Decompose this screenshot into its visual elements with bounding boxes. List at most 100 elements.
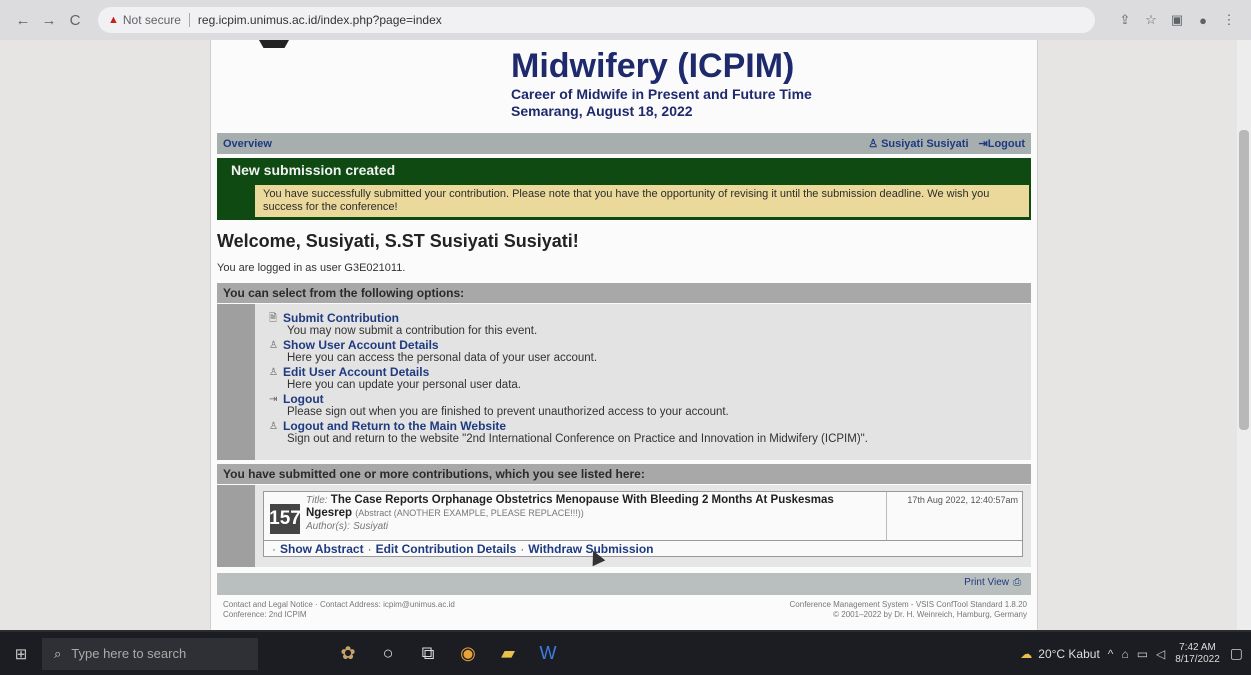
submit-contribution-link[interactable]: 🗎 Submit Contribution [269,312,537,325]
logout-return-link[interactable]: ♙ Logout and Return to the Main Website [269,420,868,433]
footer-system-line: Conference Management System - VSIS Conf… [789,600,1027,609]
share-icon[interactable]: ⇪ [1115,10,1135,30]
event-title: Midwifery (ICPIM) [511,47,795,85]
reload-icon[interactable]: C [64,9,86,31]
options-gutter [217,304,255,460]
notification-icon[interactable]: ▢ [1230,645,1243,662]
notice-title: New submission created [231,162,396,178]
print-view-label: Print View [964,577,1009,588]
bullet: · [367,541,372,556]
option-logout-return: ♙ Logout and Return to the Main Website S… [269,420,868,446]
battery-icon[interactable]: ▭ [1137,647,1148,661]
search-icon: ⌕ [54,645,62,661]
back-icon[interactable]: ← [12,9,34,31]
option-show-account: ♙ Show User Account Details Here you can … [269,339,597,365]
clock-time: 7:42 AM [1179,641,1216,653]
option-logout: ⇥ Logout Please sign out when you are fin… [269,393,729,419]
cortana-icon[interactable]: ○ [368,632,408,675]
scrollbar-thumb[interactable] [1239,130,1249,430]
printer-icon: ⎙ [1013,577,1021,588]
taskbar-search[interactable]: ⌕ Type here to search [42,637,258,670]
footer-copyright-line: © 2001–2022 by Dr. H. Weinreich, Hamburg… [833,610,1027,619]
document-icon: 🗎 [269,313,278,324]
forward-icon[interactable]: → [38,9,60,31]
clock-date: 8/17/2022 [1175,653,1220,665]
network-icon[interactable]: ⌂ [1121,647,1128,661]
browser-toolbar: ← → C ▲ Not secure reg.icpim.unimus.ac.i… [0,0,1251,40]
submission-actions: · Show Abstract · Edit Contribution Deta… [263,541,1023,557]
star-icon[interactable]: ☆ [1141,10,1161,30]
show-account-link[interactable]: ♙ Show User Account Details [269,339,597,352]
submission-id: 157 [269,504,301,534]
word-icon[interactable]: W [528,632,568,675]
overview-link[interactable]: Overview [223,138,272,150]
file-explorer-icon[interactable]: ▰ [488,632,528,675]
print-view-link[interactable]: Print View ⎙ [964,577,1021,588]
author-name: Susiyati [353,521,389,532]
windows-taskbar: ⊞ ⌕ Type here to search ✿ ○ ⧉ ◉ ▰ W ☁ 20… [0,632,1251,675]
footer-contact: Contact and Legal Notice · Contact Addre… [223,600,455,620]
submissions-gutter [217,485,255,567]
user-view-icon: ♙ [269,340,278,351]
notice-message: You have successfully submitted your con… [255,185,1029,217]
chevron-up-icon[interactable]: ^ [1108,647,1114,661]
windows-start-icon[interactable]: ⊞ [0,632,42,675]
weather-text[interactable]: 20°C Kabut [1038,647,1100,661]
user-name: Susiyati Susiyati [881,137,969,150]
user-icon: ♙ [868,138,879,150]
overview-bar: Overview ♙ Susiyati Susiyati ⇥ Logout [217,133,1031,154]
search-placeholder: Type here to search [71,646,187,661]
option-desc: Here you can access the personal data of… [287,352,598,364]
footer-conference-line: Conference: 2nd ICPIM [223,610,307,619]
widget-icon[interactable]: ✿ [328,632,368,675]
abstract-note: (Abstract (ANOTHER EXAMPLE, PLEASE REPLA… [355,508,584,518]
profile-icon[interactable]: ● [1193,10,1213,30]
page-header: Midwifery (ICPIM) Career of Midwife in P… [511,46,931,120]
footer-contact-line: Contact and Legal Notice · Contact Addre… [223,600,455,609]
submission-card: 157 Title: The Case Reports Orphanage Ob… [263,491,1023,541]
edit-account-link[interactable]: ♙ Edit User Account Details [269,366,521,379]
page-viewport: Midwifery (ICPIM) Career of Midwife in P… [0,40,1251,630]
footer-credits: Conference Management System - VSIS Conf… [790,600,1027,620]
logout-option-link[interactable]: ⇥ Logout [269,393,729,406]
menu-icon[interactable]: ⋮ [1219,10,1239,30]
event-date: Semarang, August 18, 2022 [511,103,693,119]
logged-in-text: You are logged in as user G3E021011. [217,262,406,274]
chrome-icon[interactable]: ◉ [448,632,488,675]
option-edit-account: ♙ Edit User Account Details Here you can … [269,366,521,392]
option-submit-contribution: 🗎 Submit Contribution You may now submit … [269,312,537,338]
option-desc: Sign out and return to the website "2nd … [287,433,868,445]
welcome-heading: Welcome, Susiyati, S.ST Susiyati Susiyat… [217,231,579,251]
conference-logo [259,40,289,48]
edit-contribution-link[interactable]: Edit Contribution Details [376,542,517,556]
submission-details: Title: The Case Reports Orphanage Obstet… [306,494,866,533]
task-view-icon[interactable]: ⧉ [408,632,448,675]
user-edit-icon: ♙ [269,367,278,378]
clock[interactable]: 7:42 AM 8/17/2022 [1175,642,1220,666]
address-bar[interactable]: ▲ Not secure reg.icpim.unimus.ac.id/inde… [98,7,1095,33]
warning-icon: ▲ [108,14,119,26]
divider [188,13,190,27]
logout-icon: ⇥ [978,138,988,150]
logout-link[interactable]: ⇥ Logout [978,137,1025,151]
volume-icon[interactable]: ◁ [1156,647,1165,661]
option-desc: Please sign out when you are finished to… [287,406,729,418]
title-label: Title: [306,495,328,506]
page-scrollbar[interactable] [1237,40,1251,630]
option-label: Show User Account Details [283,338,439,352]
options-header: You can select from the following option… [217,283,1031,303]
show-abstract-link[interactable]: Show Abstract [280,542,364,556]
submission-date: 17th Aug 2022, 12:40:57am [907,495,1018,505]
submissions-header: You have submitted one or more contribut… [217,464,1031,484]
window-icon[interactable]: ▣ [1167,10,1187,30]
option-label: Logout [283,392,324,406]
success-notice: New submission created You have successf… [217,158,1031,220]
weather-icon: ☁ [1020,646,1033,661]
user-link[interactable]: ♙ Susiyati Susiyati [868,137,969,151]
bullet: · [520,541,525,556]
option-desc: You may now submit a contribution for th… [287,325,538,337]
option-label: Edit User Account Details [283,365,430,379]
author-label: Author(s): [306,521,350,532]
url-text: reg.icpim.unimus.ac.id/index.php?page=in… [197,13,442,27]
event-theme: Career of Midwife in Present and Future … [511,86,812,102]
